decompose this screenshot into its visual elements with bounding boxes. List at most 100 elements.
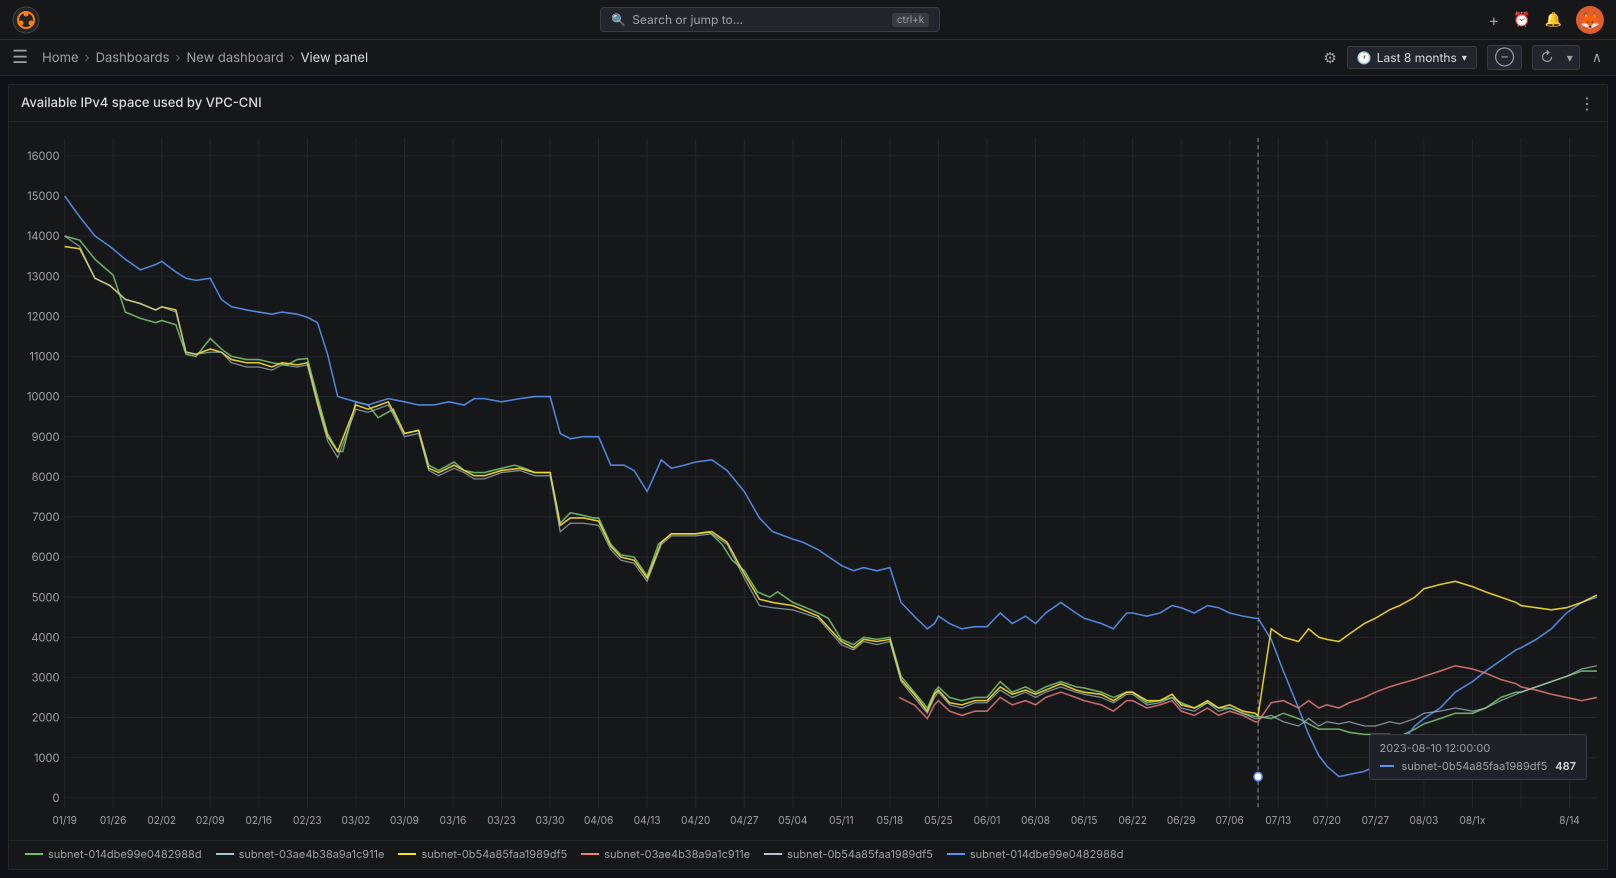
refresh-button[interactable]: ↻	[1532, 45, 1561, 70]
svg-text:03/09: 03/09	[390, 815, 419, 827]
svg-text:05/18: 05/18	[877, 815, 904, 827]
breadcrumb: Home › Dashboards › New dashboard › View…	[42, 50, 368, 66]
breadcrumb-sep-2: ›	[176, 50, 181, 66]
svg-text:02/23: 02/23	[293, 815, 322, 827]
svg-text:03/02: 03/02	[342, 815, 371, 827]
svg-text:2000: 2000	[32, 711, 60, 725]
search-shortcut: ctrl+k	[892, 13, 929, 27]
legend-label-3: subnet-0b54a85faa1989df5	[421, 847, 567, 861]
time-range-control: 🕐 Last 8 months ▾	[1347, 46, 1477, 69]
svg-text:13000: 13000	[27, 269, 59, 283]
svg-text:04/27: 04/27	[730, 815, 759, 827]
svg-text:6000: 6000	[32, 550, 60, 564]
svg-text:03/23: 03/23	[487, 815, 516, 827]
legend-label-4: subnet-03ae4b38a9a1c911e	[604, 847, 750, 861]
notifications-button[interactable]: 🔔	[1545, 11, 1562, 28]
svg-text:15000: 15000	[27, 189, 59, 203]
svg-text:8000: 8000	[32, 470, 60, 484]
help-button[interactable]: ⏰	[1513, 11, 1530, 28]
chart-area: 0 1000 2000 3000 4000 5000 6000 7000 800…	[9, 122, 1607, 869]
svg-text:05/04: 05/04	[778, 815, 807, 827]
svg-text:10000: 10000	[27, 390, 60, 404]
legend-label-6: subnet-014dbe99e0482988d	[970, 847, 1124, 861]
user-avatar[interactable]: 🦊	[1576, 6, 1604, 34]
search-area: 🔍 Search or jump to... ctrl+k	[52, 7, 1489, 32]
legend-item-5[interactable]: subnet-0b54a85faa1989df5	[764, 847, 933, 861]
legend-label-2: subnet-03ae4b38a9a1c911e	[239, 847, 385, 861]
svg-text:07/06: 07/06	[1216, 815, 1244, 827]
panel-header: Available IPv4 space used by VPC-CNI ⋮	[9, 85, 1607, 122]
legend-label-1: subnet-014dbe99e0482988d	[48, 847, 202, 861]
grafana-logo[interactable]	[12, 6, 40, 34]
svg-text:3000: 3000	[32, 670, 60, 684]
svg-text:06/22: 06/22	[1118, 815, 1147, 827]
legend-color-5	[764, 853, 782, 855]
legend-item-3[interactable]: subnet-0b54a85faa1989df5	[398, 847, 567, 861]
svg-text:06/08: 06/08	[1021, 815, 1050, 827]
time-range-chevron: ▾	[1462, 52, 1467, 64]
time-range-button[interactable]: 🕐 Last 8 months ▾	[1347, 46, 1477, 69]
topbar: 🔍 Search or jump to... ctrl+k + ⏰ 🔔 🦊	[0, 0, 1616, 40]
svg-text:0: 0	[53, 791, 60, 805]
svg-text:11000: 11000	[29, 349, 59, 363]
svg-text:04/06: 04/06	[584, 815, 613, 827]
panel-title: Available IPv4 space used by VPC-CNI	[21, 95, 262, 111]
dashboard-settings-button[interactable]: ⚙	[1323, 48, 1336, 67]
legend-color-3	[398, 853, 416, 855]
svg-text:06/01: 06/01	[974, 815, 1001, 827]
svg-text:02/02: 02/02	[147, 815, 176, 827]
search-icon: 🔍	[611, 12, 626, 27]
svg-text:07/13: 07/13	[1265, 815, 1291, 827]
legend-color-2	[216, 853, 234, 855]
panel-container: Available IPv4 space used by VPC-CNI ⋮	[8, 84, 1608, 870]
svg-text:03/30: 03/30	[536, 815, 565, 827]
zoom-out-button[interactable]: ⊖	[1487, 45, 1522, 70]
svg-text:05/25: 05/25	[924, 815, 952, 827]
refresh-options-button[interactable]: ▾	[1561, 45, 1580, 70]
svg-text:02/09: 02/09	[196, 815, 225, 827]
svg-text:01/19: 01/19	[52, 815, 77, 827]
legend-color-1	[25, 853, 43, 855]
breadcrumb-dashboards[interactable]: Dashboards	[96, 50, 170, 66]
svg-text:1000: 1000	[34, 751, 60, 765]
svg-text:04/20: 04/20	[681, 815, 710, 827]
legend-item-1[interactable]: subnet-014dbe99e0482988d	[25, 847, 202, 861]
breadcrumb-home[interactable]: Home	[42, 50, 78, 66]
collapse-button[interactable]: ∧	[1590, 47, 1604, 68]
svg-text:01/26: 01/26	[100, 815, 127, 827]
svg-text:4000: 4000	[31, 630, 59, 644]
svg-text:14000: 14000	[27, 229, 60, 243]
svg-text:8/14: 8/14	[1559, 815, 1580, 827]
menu-toggle[interactable]: ☰	[12, 47, 28, 68]
legend-item-4[interactable]: subnet-03ae4b38a9a1c911e	[581, 847, 750, 861]
add-button[interactable]: +	[1489, 10, 1500, 30]
svg-text:7000: 7000	[32, 510, 59, 524]
chart-svg-container[interactable]: 0 1000 2000 3000 4000 5000 6000 7000 800…	[9, 122, 1607, 840]
svg-text:06/15: 06/15	[1071, 815, 1098, 827]
svg-text:08/03: 08/03	[1409, 815, 1438, 827]
svg-text:05/11: 05/11	[829, 815, 853, 827]
svg-text:07/20: 07/20	[1313, 815, 1341, 827]
svg-text:9000: 9000	[32, 430, 60, 444]
svg-text:07/27: 07/27	[1362, 815, 1390, 827]
svg-text:03/16: 03/16	[440, 815, 467, 827]
chart-legend: subnet-014dbe99e0482988d subnet-03ae4b38…	[9, 840, 1607, 869]
panel-menu-button[interactable]: ⋮	[1579, 93, 1595, 113]
navbar: ☰ Home › Dashboards › New dashboard › Vi…	[0, 40, 1616, 76]
time-range-label: Last 8 months	[1377, 50, 1457, 65]
legend-item-2[interactable]: subnet-03ae4b38a9a1c911e	[216, 847, 385, 861]
search-box[interactable]: 🔍 Search or jump to... ctrl+k	[600, 7, 940, 32]
svg-text:04/13: 04/13	[634, 815, 661, 827]
breadcrumb-new-dashboard[interactable]: New dashboard	[187, 50, 284, 66]
topbar-right: + ⏰ 🔔 🦊	[1489, 6, 1604, 34]
chart-svg: 0 1000 2000 3000 4000 5000 6000 7000 800…	[9, 122, 1607, 840]
legend-item-6[interactable]: subnet-014dbe99e0482988d	[947, 847, 1124, 861]
svg-text:06/29: 06/29	[1167, 815, 1196, 827]
legend-color-4	[581, 853, 599, 855]
svg-text:08/1x: 08/1x	[1460, 815, 1486, 827]
svg-text:02/16: 02/16	[246, 815, 273, 827]
breadcrumb-current: View panel	[301, 50, 369, 66]
legend-label-5: subnet-0b54a85faa1989df5	[787, 847, 933, 861]
svg-text:12000: 12000	[27, 309, 59, 323]
search-placeholder: Search or jump to...	[632, 12, 743, 27]
